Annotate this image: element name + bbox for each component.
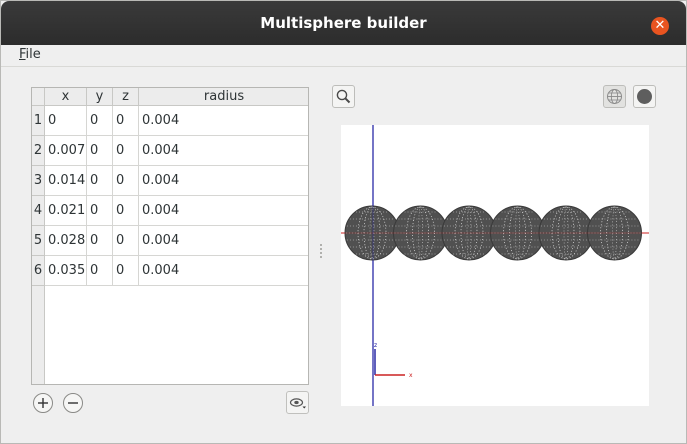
cell-x[interactable]: 0.028 — [45, 226, 87, 256]
table-corner[interactable] — [32, 88, 45, 106]
wireframe-sphere-icon — [607, 89, 622, 104]
cell-z[interactable]: 0 — [113, 136, 139, 166]
cell-radius[interactable]: 0.004 — [139, 106, 308, 136]
cell-radius[interactable]: 0.004 — [139, 136, 308, 166]
row-header[interactable]: 4 — [32, 196, 45, 226]
cell-radius[interactable]: 0.004 — [139, 166, 308, 196]
close-icon[interactable]: ✕ — [651, 17, 669, 35]
cell-z[interactable]: 0 — [113, 106, 139, 136]
cell-y[interactable]: 0 — [87, 136, 113, 166]
cell-y[interactable]: 0 — [87, 166, 113, 196]
cell-radius[interactable]: 0.004 — [139, 226, 308, 256]
cell-y[interactable]: 0 — [87, 196, 113, 226]
title-bar[interactable]: Multisphere builder ✕ — [1, 1, 686, 45]
cell-x[interactable]: 0 — [45, 106, 87, 136]
sphere-table[interactable]: x y z radius 1 0 0 0 0.004 2 0.007 0 0 0… — [31, 87, 309, 385]
app-window: Multisphere builder ✕ File x y z radius … — [0, 0, 687, 444]
cell-x[interactable]: 0.014 — [45, 166, 87, 196]
row-header[interactable]: 3 — [32, 166, 45, 196]
row-header[interactable]: 1 — [32, 106, 45, 136]
cell-z[interactable]: 0 — [113, 166, 139, 196]
orientation-gizmo: z x — [374, 342, 413, 379]
cell-z[interactable]: 0 — [113, 196, 139, 226]
magnifier-icon — [336, 89, 351, 104]
zoom-fit-button[interactable] — [332, 85, 355, 108]
row-header[interactable]: 2 — [32, 136, 45, 166]
cell-x[interactable]: 0.007 — [45, 136, 87, 166]
row-header-filler — [32, 286, 45, 384]
column-header-y[interactable]: y — [87, 88, 113, 106]
cell-z[interactable]: 0 — [113, 226, 139, 256]
wireframe-mode-button[interactable] — [603, 85, 626, 108]
menu-file[interactable]: File — [19, 47, 41, 62]
gizmo-x-label: x — [409, 372, 413, 379]
sphere-scene: z x — [341, 125, 649, 406]
column-header-radius[interactable]: radius — [139, 88, 308, 106]
plus-icon — [38, 398, 48, 408]
splitter-handle[interactable] — [320, 244, 322, 262]
cell-z[interactable]: 0 — [113, 256, 139, 286]
3d-viewport[interactable]: z x — [341, 125, 649, 406]
window-title: Multisphere builder — [260, 14, 427, 32]
cell-y[interactable]: 0 — [87, 256, 113, 286]
column-header-x[interactable]: x — [45, 88, 87, 106]
settings-dropdown-icon — [289, 398, 306, 409]
menu-bar: File — [1, 45, 686, 67]
remove-sphere-button[interactable] — [63, 393, 83, 413]
cell-y[interactable]: 0 — [87, 226, 113, 256]
minus-icon — [68, 402, 78, 404]
row-header[interactable]: 5 — [32, 226, 45, 256]
add-sphere-button[interactable] — [33, 393, 53, 413]
cell-y[interactable]: 0 — [87, 106, 113, 136]
row-header[interactable]: 6 — [32, 256, 45, 286]
options-menu-button[interactable] — [286, 391, 309, 414]
menu-file-label: ile — [25, 47, 41, 62]
gizmo-z-label: z — [374, 342, 377, 349]
cell-radius[interactable]: 0.004 — [139, 256, 308, 286]
solid-mode-button[interactable] — [633, 85, 656, 108]
cell-x[interactable]: 0.035 — [45, 256, 87, 286]
solid-sphere-icon — [637, 89, 652, 104]
column-header-z[interactable]: z — [113, 88, 139, 106]
cell-radius[interactable]: 0.004 — [139, 196, 308, 226]
cell-x[interactable]: 0.021 — [45, 196, 87, 226]
